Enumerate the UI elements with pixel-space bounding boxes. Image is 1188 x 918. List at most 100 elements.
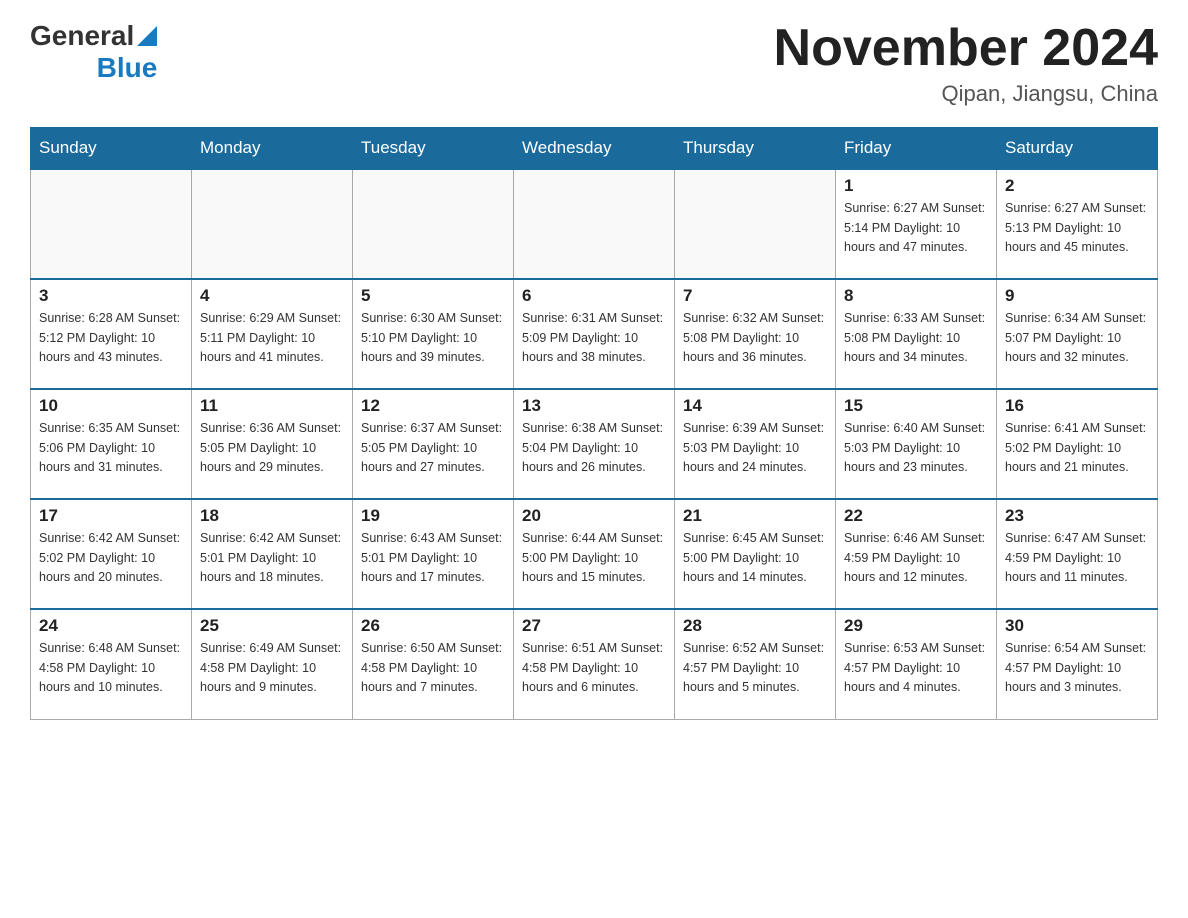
calendar-cell: 28Sunrise: 6:52 AM Sunset: 4:57 PM Dayli…	[675, 609, 836, 719]
day-info: Sunrise: 6:29 AM Sunset: 5:11 PM Dayligh…	[200, 309, 344, 367]
day-number: 25	[200, 616, 344, 636]
day-info: Sunrise: 6:51 AM Sunset: 4:58 PM Dayligh…	[522, 639, 666, 697]
calendar-cell: 26 Sunrise: 6:50 AM Sunset: 4:58 PM Dayli…	[353, 609, 514, 719]
calendar-cell: 9 Sunrise: 6:34 AM Sunset: 5:07 PM Daylig…	[997, 279, 1158, 389]
calendar-cell: 22 Sunrise: 6:46 AM Sunset: 4:59 PM Dayli…	[836, 499, 997, 609]
day-info: Sunrise: 6:35 AM Sunset: 5:06 PM Dayligh…	[39, 419, 183, 477]
calendar-cell: 4 Sunrise: 6:29 AM Sunset: 5:11 PM Daylig…	[192, 279, 353, 389]
day-number: 19	[361, 506, 505, 526]
calendar-cell: 2Sunrise: 6:27 AM Sunset: 5:13 PM Daylig…	[997, 169, 1158, 279]
calendar-cell: 7 Sunrise: 6:32 AM Sunset: 5:08 PM Daylig…	[675, 279, 836, 389]
day-of-week-monday: Monday	[192, 128, 353, 170]
week-row-2: 3Sunrise: 6:28 AM Sunset: 5:12 PM Daylig…	[31, 279, 1158, 389]
day-info: Sunrise: 6:47 AM Sunset: 4:59 PM Dayligh…	[1005, 529, 1149, 587]
day-number: 21	[683, 506, 827, 526]
day-number: 18	[200, 506, 344, 526]
day-info: Sunrise: 6:30 AM Sunset: 5:10 PM Dayligh…	[361, 309, 505, 367]
calendar-cell: 23 Sunrise: 6:47 AM Sunset: 4:59 PM Dayli…	[997, 499, 1158, 609]
calendar-cell	[31, 169, 192, 279]
day-number: 23	[1005, 506, 1149, 526]
week-row-4: 17 Sunrise: 6:42 AM Sunset: 5:02 PM Dayli…	[31, 499, 1158, 609]
day-number: 3	[39, 286, 183, 306]
calendar-cell: 3Sunrise: 6:28 AM Sunset: 5:12 PM Daylig…	[31, 279, 192, 389]
day-number: 7	[683, 286, 827, 306]
day-number: 24	[39, 616, 183, 636]
day-info: Sunrise: 6:27 AM Sunset: 5:13 PM Dayligh…	[1005, 199, 1149, 257]
day-of-week-sunday: Sunday	[31, 128, 192, 170]
calendar-cell: 25 Sunrise: 6:49 AM Sunset: 4:58 PM Dayli…	[192, 609, 353, 719]
day-number: 17	[39, 506, 183, 526]
day-info: Sunrise: 6:52 AM Sunset: 4:57 PM Dayligh…	[683, 639, 827, 697]
week-row-1: 1Sunrise: 6:27 AM Sunset: 5:14 PM Daylig…	[31, 169, 1158, 279]
day-info: Sunrise: 6:42 AM Sunset: 5:01 PM Dayligh…	[200, 529, 344, 587]
day-number: 12	[361, 396, 505, 416]
calendar-cell	[514, 169, 675, 279]
calendar-cell: 29Sunrise: 6:53 AM Sunset: 4:57 PM Dayli…	[836, 609, 997, 719]
day-number: 13	[522, 396, 666, 416]
day-info: Sunrise: 6:54 AM Sunset: 4:57 PM Dayligh…	[1005, 639, 1149, 697]
day-number: 8	[844, 286, 988, 306]
title-area: November 2024 Qipan, Jiangsu, China	[774, 20, 1158, 107]
calendar-cell: 27Sunrise: 6:51 AM Sunset: 4:58 PM Dayli…	[514, 609, 675, 719]
day-number: 5	[361, 286, 505, 306]
page-header: General Blue November 2024 Qipan, Jiangs…	[30, 20, 1158, 107]
calendar-table: SundayMondayTuesdayWednesdayThursdayFrid…	[30, 127, 1158, 720]
calendar-cell: 6Sunrise: 6:31 AM Sunset: 5:09 PM Daylig…	[514, 279, 675, 389]
day-info: Sunrise: 6:37 AM Sunset: 5:05 PM Dayligh…	[361, 419, 505, 477]
month-title: November 2024	[774, 20, 1158, 77]
day-of-week-friday: Friday	[836, 128, 997, 170]
day-info: Sunrise: 6:44 AM Sunset: 5:00 PM Dayligh…	[522, 529, 666, 587]
day-info: Sunrise: 6:39 AM Sunset: 5:03 PM Dayligh…	[683, 419, 827, 477]
day-info: Sunrise: 6:46 AM Sunset: 4:59 PM Dayligh…	[844, 529, 988, 587]
day-info: Sunrise: 6:32 AM Sunset: 5:08 PM Dayligh…	[683, 309, 827, 367]
calendar-cell: 30Sunrise: 6:54 AM Sunset: 4:57 PM Dayli…	[997, 609, 1158, 719]
day-of-week-thursday: Thursday	[675, 128, 836, 170]
calendar-cell	[353, 169, 514, 279]
calendar-cell: 12 Sunrise: 6:37 AM Sunset: 5:05 PM Dayli…	[353, 389, 514, 499]
calendar-cell: 5 Sunrise: 6:30 AM Sunset: 5:10 PM Daylig…	[353, 279, 514, 389]
day-number: 6	[522, 286, 666, 306]
day-number: 15	[844, 396, 988, 416]
day-info: Sunrise: 6:49 AM Sunset: 4:58 PM Dayligh…	[200, 639, 344, 697]
day-info: Sunrise: 6:36 AM Sunset: 5:05 PM Dayligh…	[200, 419, 344, 477]
calendar-cell: 1Sunrise: 6:27 AM Sunset: 5:14 PM Daylig…	[836, 169, 997, 279]
day-info: Sunrise: 6:40 AM Sunset: 5:03 PM Dayligh…	[844, 419, 988, 477]
calendar-cell: 21 Sunrise: 6:45 AM Sunset: 5:00 PM Dayli…	[675, 499, 836, 609]
day-of-week-tuesday: Tuesday	[353, 128, 514, 170]
day-number: 14	[683, 396, 827, 416]
day-info: Sunrise: 6:33 AM Sunset: 5:08 PM Dayligh…	[844, 309, 988, 367]
day-info: Sunrise: 6:38 AM Sunset: 5:04 PM Dayligh…	[522, 419, 666, 477]
calendar-cell: 10 Sunrise: 6:35 AM Sunset: 5:06 PM Dayli…	[31, 389, 192, 499]
day-number: 16	[1005, 396, 1149, 416]
day-number: 22	[844, 506, 988, 526]
calendar-cell: 18 Sunrise: 6:42 AM Sunset: 5:01 PM Dayli…	[192, 499, 353, 609]
day-number: 20	[522, 506, 666, 526]
day-number: 9	[1005, 286, 1149, 306]
calendar-cell: 20 Sunrise: 6:44 AM Sunset: 5:00 PM Dayli…	[514, 499, 675, 609]
location-text: Qipan, Jiangsu, China	[774, 81, 1158, 107]
day-number: 29	[844, 616, 988, 636]
calendar-cell: 16 Sunrise: 6:41 AM Sunset: 5:02 PM Dayli…	[997, 389, 1158, 499]
day-number: 26	[361, 616, 505, 636]
calendar-cell: 14 Sunrise: 6:39 AM Sunset: 5:03 PM Dayli…	[675, 389, 836, 499]
day-info: Sunrise: 6:43 AM Sunset: 5:01 PM Dayligh…	[361, 529, 505, 587]
logo-blue-text: Blue	[97, 52, 158, 84]
calendar-cell: 15 Sunrise: 6:40 AM Sunset: 5:03 PM Dayli…	[836, 389, 997, 499]
logo-arrow-icon	[137, 26, 157, 46]
day-info: Sunrise: 6:42 AM Sunset: 5:02 PM Dayligh…	[39, 529, 183, 587]
day-of-week-wednesday: Wednesday	[514, 128, 675, 170]
day-info: Sunrise: 6:41 AM Sunset: 5:02 PM Dayligh…	[1005, 419, 1149, 477]
day-info: Sunrise: 6:48 AM Sunset: 4:58 PM Dayligh…	[39, 639, 183, 697]
day-number: 11	[200, 396, 344, 416]
logo: General Blue	[30, 20, 157, 84]
day-of-week-saturday: Saturday	[997, 128, 1158, 170]
day-number: 10	[39, 396, 183, 416]
day-info: Sunrise: 6:34 AM Sunset: 5:07 PM Dayligh…	[1005, 309, 1149, 367]
calendar-cell: 11 Sunrise: 6:36 AM Sunset: 5:05 PM Dayli…	[192, 389, 353, 499]
calendar-cell	[675, 169, 836, 279]
week-row-5: 24 Sunrise: 6:48 AM Sunset: 4:58 PM Dayli…	[31, 609, 1158, 719]
day-info: Sunrise: 6:50 AM Sunset: 4:58 PM Dayligh…	[361, 639, 505, 697]
day-number: 4	[200, 286, 344, 306]
calendar-cell: 24 Sunrise: 6:48 AM Sunset: 4:58 PM Dayli…	[31, 609, 192, 719]
day-info: Sunrise: 6:45 AM Sunset: 5:00 PM Dayligh…	[683, 529, 827, 587]
